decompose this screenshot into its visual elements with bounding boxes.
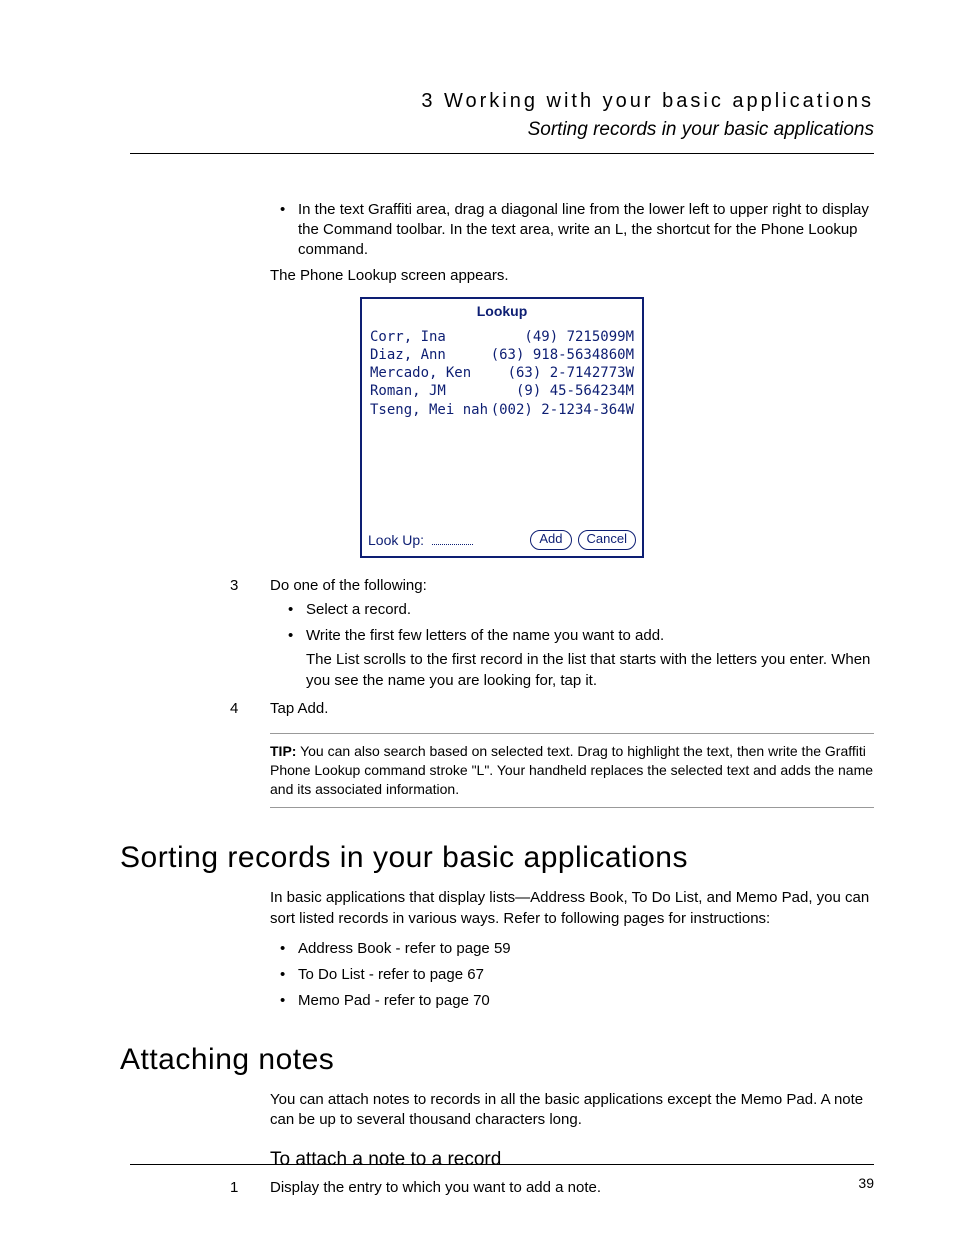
contact-phone: (9) 45-564234M — [516, 382, 634, 400]
step-text: Display the entry to which you want to a… — [270, 1179, 601, 1196]
contact-name: Roman, JM — [370, 382, 446, 400]
lookup-input[interactable] — [432, 532, 473, 545]
bullet-followup: The List scrolls to the first record in … — [306, 650, 874, 691]
step-3: 3 Do one of the following: Select a reco… — [270, 576, 874, 691]
step-4: 4 Tap Add. — [270, 699, 874, 719]
list-item: Roman, JM (9) 45-564234M — [370, 382, 634, 400]
step3-bullet-1: Select a record. — [288, 600, 874, 620]
lookup-field-label: Look Up: — [368, 531, 424, 549]
contact-phone: (49) 7215099M — [524, 328, 634, 346]
step-text: Do one of the following: — [270, 577, 427, 594]
list-item: Mercado, Ken (63) 2-7142773W — [370, 364, 634, 382]
notes-heading: Attaching notes — [120, 1040, 874, 1081]
sorting-bullet: To Do List - refer to page 67 — [280, 965, 874, 985]
sorting-bullet: Memo Pad - refer to page 70 — [280, 991, 874, 1011]
section-title: Sorting records in your basic applicatio… — [130, 117, 874, 143]
step3-bullet-2: Write the first few letters of the name … — [288, 626, 874, 691]
lookup-screenshot: Lookup Corr, Ina (49) 7215099M Diaz, Ann… — [360, 297, 644, 558]
tip-box: TIP: You can also search based on select… — [270, 733, 874, 808]
step-number: 1 — [230, 1178, 238, 1198]
notes-subhead: To attach a note to a record — [270, 1147, 874, 1173]
intro-bullet: In the text Graffiti area, drag a diagon… — [280, 200, 874, 261]
notes-step-1: 1 Display the entry to which you want to… — [270, 1178, 874, 1198]
intro-block: In the text Graffiti area, drag a diagon… — [270, 200, 874, 261]
sorting-para: In basic applications that display lists… — [270, 888, 874, 929]
page-number: 39 — [858, 1174, 874, 1193]
step-text: Tap Add. — [270, 700, 328, 717]
lookup-footer: Look Up: Add Cancel — [362, 528, 642, 556]
document-page: 3 Working with your basic applications S… — [0, 0, 954, 1235]
bullet-text: Write the first few letters of the name … — [306, 627, 664, 644]
sorting-bullet: Address Book - refer to page 59 — [280, 939, 874, 959]
sorting-heading: Sorting records in your basic applicatio… — [120, 838, 874, 879]
contact-name: Mercado, Ken — [370, 364, 471, 382]
contact-name: Tseng, Mei nah — [370, 401, 488, 419]
contact-phone: (63) 918-5634860M — [491, 346, 634, 364]
contact-phone: (63) 2-7142773W — [508, 364, 634, 382]
chapter-title: 3 Working with your basic applications — [130, 88, 874, 115]
step-number: 4 — [230, 699, 238, 719]
contact-name: Corr, Ina — [370, 328, 446, 346]
footer-rule — [130, 1164, 874, 1165]
list-item: Diaz, Ann (63) 918-5634860M — [370, 346, 634, 364]
list-item: Corr, Ina (49) 7215099M — [370, 328, 634, 346]
contact-name: Diaz, Ann — [370, 346, 446, 364]
notes-body: You can attach notes to records in all t… — [270, 1090, 874, 1172]
tip-text: You can also search based on selected te… — [270, 743, 873, 797]
bullet-text: Select a record. — [306, 601, 411, 618]
list-item: Tseng, Mei nah (002) 2-1234-364W — [370, 401, 634, 419]
add-button[interactable]: Add — [530, 530, 571, 550]
page-header: 3 Working with your basic applications S… — [130, 88, 874, 143]
cancel-button[interactable]: Cancel — [578, 530, 636, 550]
contact-phone: (002) 2-1234-364W — [491, 401, 634, 419]
step-number: 3 — [230, 576, 238, 596]
intro-followup: The Phone Lookup screen appears. — [270, 266, 874, 286]
lookup-list: Corr, Ina (49) 7215099M Diaz, Ann (63) 9… — [362, 324, 642, 528]
sorting-body: In basic applications that display lists… — [270, 888, 874, 1011]
header-rule — [130, 153, 874, 154]
tip-label: TIP: — [270, 743, 296, 759]
notes-para: You can attach notes to records in all t… — [270, 1090, 874, 1131]
lookup-title: Lookup — [362, 299, 642, 324]
